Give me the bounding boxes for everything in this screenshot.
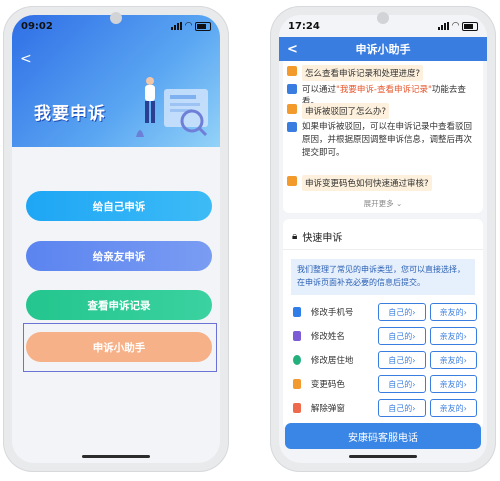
faq-answer-text: 如果申诉被驳回，可以在申诉记录中查看驳回原因，并根据原因调整申诉信息，调整后再次… [302,122,473,158]
signal-icon [171,22,183,30]
faq-answer-link[interactable]: "我要申诉-查看申诉记录" [336,85,432,95]
page-title: 我要申诉 [34,104,106,124]
home-indicator [82,455,150,458]
view-appeal-records-button[interactable]: 查看申诉记录 [26,290,212,320]
family-button[interactable]: 亲友的 › [429,375,477,393]
page-title: 申诉小助手 [355,43,411,56]
battery-icon [195,21,211,31]
status-time: 17:24 [288,20,320,32]
divider [283,249,483,250]
question-icon [287,176,297,186]
quick-item-popup: 解除弹窗 自己的 › 亲友的 › [293,399,477,417]
signal-icon [438,22,450,30]
customer-service-hotline-button[interactable]: 安康码客服电话 [285,423,481,449]
item-label: 修改居住地 [310,356,354,366]
family-button[interactable]: 亲友的 › [429,327,477,345]
item-label: 变更码色 [310,380,345,390]
wifi-icon: ◠ [452,21,459,31]
section-title: 快速申诉 [302,233,343,244]
lock-icon: 🔒︎ [292,231,298,242]
back-icon[interactable]: < [287,42,298,57]
self-button[interactable]: 自己的 › [378,303,426,321]
item-label: 修改姓名 [310,332,345,342]
quick-appeal-notice: 我们整理了常见的申诉类型，您可以直接选择，在申诉页面补充必要的信息后提交。 [291,259,475,295]
answer-icon [287,84,297,94]
camera-notch [377,12,389,24]
self-button[interactable]: 自己的 › [378,399,426,417]
wifi-icon: ◠ [185,21,192,31]
quick-item-code-color: 变更码色 自己的 › 亲友的 › [293,375,477,393]
back-icon[interactable]: < [20,51,32,67]
appeal-family-button[interactable]: 给亲友申诉 [26,241,212,271]
faq-question-2[interactable]: 申诉被驳回了怎么办? [287,103,479,119]
status-time: 09:02 [21,20,53,32]
person-icon [293,331,301,341]
illustration-person-icon [136,77,208,137]
item-label: 解除弹窗 [310,404,345,414]
answer-icon [287,122,297,132]
faq-question-1[interactable]: 怎么查看申诉记录和处理进度? [287,65,479,81]
camera-notch [110,12,122,24]
appeal-self-button[interactable]: 给自己申诉 [26,191,212,221]
phone-icon [293,307,301,317]
quick-appeal-header: 🔒︎ 快速申诉 [292,229,342,244]
appeal-assistant-screen: 17:24 ◠ < 申诉小助手 怎么查看申诉记录和处理进度? 可以通过"我要申诉… [279,15,487,463]
faq-question-text: 申诉被驳回了怎么办? [302,103,390,119]
home-indicator [349,455,417,458]
self-button[interactable]: 自己的 › [378,327,426,345]
faq-answer-2: 如果申诉被驳回，可以在申诉记录中查看驳回原因，并根据原因调整申诉信息，调整后再次… [287,121,479,160]
quick-item-phone: 修改手机号 自己的 › 亲友的 › [293,303,477,321]
faq-card: 怎么查看申诉记录和处理进度? 可以通过"我要申诉-查看申诉记录"功能去查看。 申… [283,61,483,213]
self-button[interactable]: 自己的 › [378,351,426,369]
family-button[interactable]: 亲友的 › [429,303,477,321]
appeal-assistant-button[interactable]: 申诉小助手 [26,332,212,362]
location-icon [293,355,301,365]
self-button[interactable]: 自己的 › [378,375,426,393]
family-button[interactable]: 亲友的 › [429,351,477,369]
code-color-icon [293,379,301,389]
question-icon [287,66,297,76]
quick-item-name: 修改姓名 自己的 › 亲友的 › [293,327,477,345]
item-label: 修改手机号 [310,308,354,318]
phone-left: 09:02 ◠ < 我要申诉 给自己申诉 给亲友申诉 查看申诉记录 申诉小助手 [3,6,229,472]
faq-question-text: 怎么查看申诉记录和处理进度? [302,65,424,81]
appeal-home-screen: 09:02 ◠ < 我要申诉 给自己申诉 给亲友申诉 查看申诉记录 申诉小助手 [12,15,220,463]
popup-icon [293,403,301,413]
faq-question-text: 申诉变更码色如何快速通过审核? [302,175,432,191]
quick-item-residence: 修改居住地 自己的 › 亲友的 › [293,351,477,369]
family-button[interactable]: 亲友的 › [429,399,477,417]
chevron-down-icon: ⌄ [396,199,403,208]
nav-bar: < 申诉小助手 [279,37,487,61]
expand-more-link[interactable]: 展开更多 ⌄ [283,198,483,209]
battery-icon [462,21,478,31]
quick-appeal-card: 🔒︎ 快速申诉 我们整理了常见的申诉类型，您可以直接选择，在申诉页面补充必要的信… [283,219,483,429]
faq-question-3[interactable]: 申诉变更码色如何快速通过审核? [287,175,479,191]
question-icon [287,104,297,114]
phone-right: 17:24 ◠ < 申诉小助手 怎么查看申诉记录和处理进度? 可以通过"我要申诉… [270,6,496,472]
